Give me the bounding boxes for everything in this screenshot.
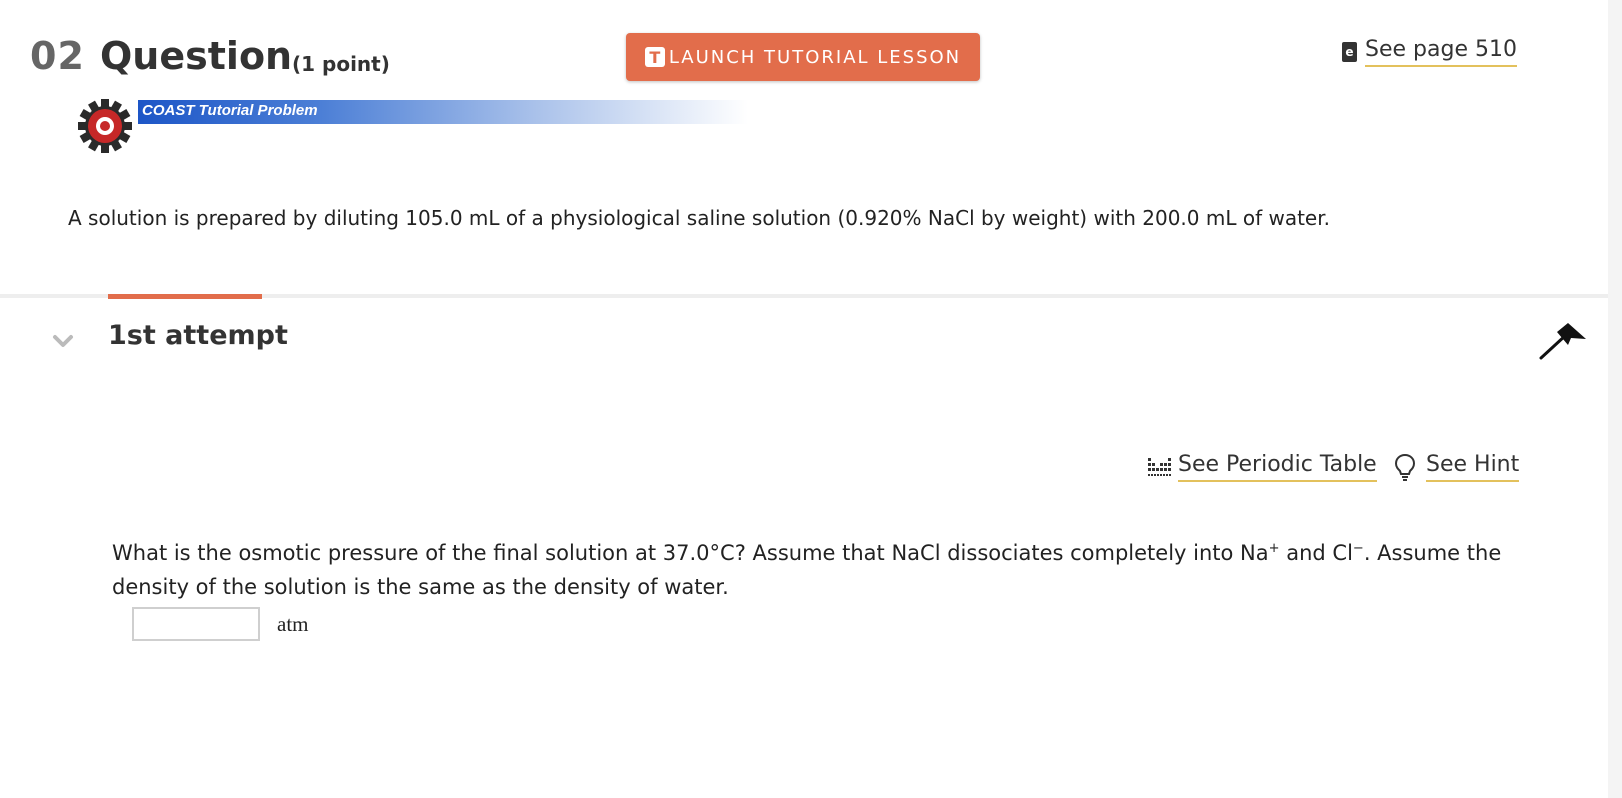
problem-statement: A solution is prepared by diluting 105.0… xyxy=(68,206,1330,230)
gear-icon xyxy=(78,99,132,153)
question-text-part2: and Cl xyxy=(1279,541,1353,565)
periodic-table-icon xyxy=(1148,458,1171,476)
question-points: (1 point) xyxy=(292,52,390,76)
chloride-charge: − xyxy=(1352,541,1364,556)
see-hint-label: See Hint xyxy=(1426,452,1520,482)
question-number: 02 xyxy=(30,34,85,78)
coast-banner-label: COAST Tutorial Problem xyxy=(142,102,318,119)
launch-tutorial-label: LAUNCH TUTORIAL LESSON xyxy=(668,46,962,68)
answer-input[interactable] xyxy=(132,607,260,641)
launch-tutorial-button[interactable]: T LAUNCH TUTORIAL LESSON xyxy=(626,33,980,81)
see-page-label: See page 510 xyxy=(1365,37,1517,67)
ebook-icon: e xyxy=(1342,42,1357,62)
chevron-down-icon[interactable] xyxy=(50,328,76,354)
question-text: What is the osmotic pressure of the fina… xyxy=(112,536,1532,604)
see-periodic-table-label: See Periodic Table xyxy=(1178,452,1377,482)
right-gutter xyxy=(1608,0,1622,798)
question-title: Question xyxy=(100,34,293,78)
see-periodic-table-link[interactable]: See Periodic Table xyxy=(1148,452,1377,482)
flag-icon[interactable] xyxy=(1538,320,1590,362)
attempt-title: 1st attempt xyxy=(108,320,288,351)
coast-tutorial-banner: COAST Tutorial Problem xyxy=(138,100,748,124)
see-page-link[interactable]: e See page 510 xyxy=(1342,36,1517,68)
lightbulb-icon xyxy=(1394,453,1416,481)
see-hint-link[interactable]: See Hint xyxy=(1394,452,1520,482)
attempt-tab-indicator xyxy=(108,294,262,299)
answer-unit-label: atm xyxy=(277,612,309,636)
tutorial-icon: T xyxy=(644,47,665,67)
sodium-charge: + xyxy=(1268,541,1280,556)
question-text-part1: What is the osmotic pressure of the fina… xyxy=(112,541,1269,565)
